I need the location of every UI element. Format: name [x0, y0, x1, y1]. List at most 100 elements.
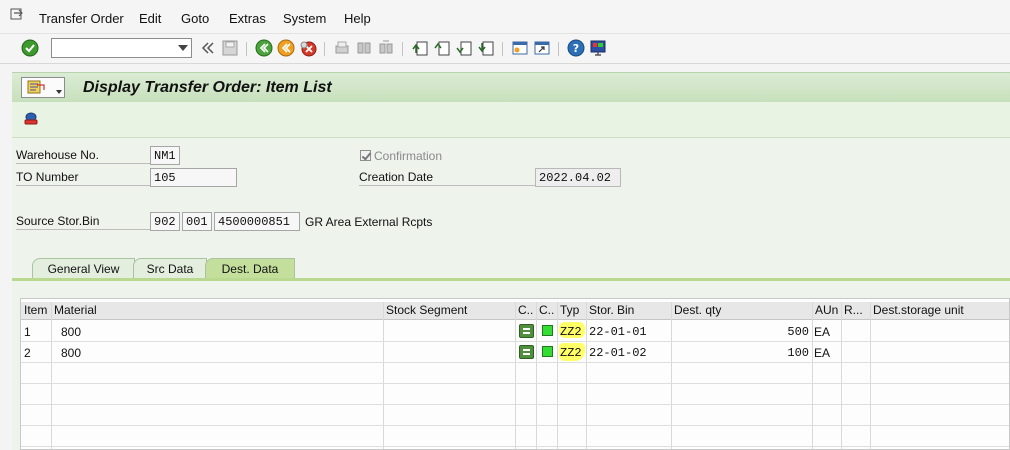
menu-goto[interactable]: Goto	[181, 11, 209, 26]
menu-help[interactable]: Help	[344, 11, 371, 26]
row-divider	[21, 425, 1009, 426]
column-header-c2[interactable]: C..	[539, 303, 554, 317]
status-green-icon	[542, 325, 553, 336]
column-divider	[536, 302, 537, 449]
toolbar-separator	[402, 42, 403, 56]
tab-strip-underline	[12, 278, 1010, 281]
toolbar-separator	[502, 42, 503, 56]
command-input[interactable]	[52, 39, 172, 57]
other-to-button[interactable]	[21, 77, 65, 98]
caret-down-icon	[56, 90, 62, 94]
column-divider	[557, 302, 558, 449]
menu-system[interactable]: System	[283, 11, 326, 26]
row-divider	[21, 341, 1009, 342]
column-divider	[383, 302, 384, 449]
table-row-2-typ[interactable]: ZZ2	[560, 346, 582, 360]
content-area: Warehouse No. NM1 TO Number 105 Confirma…	[12, 138, 1010, 450]
column-header-c1[interactable]: C..	[518, 303, 533, 317]
toolbar-separator	[324, 42, 325, 56]
column-header-dest-qty[interactable]: Dest. qty	[674, 303, 721, 317]
tab-src-data[interactable]: Src Data	[133, 258, 207, 279]
source-storage-type-field[interactable]: 902	[150, 212, 180, 231]
column-header-stock-segment[interactable]: Stock Segment	[386, 303, 467, 317]
next-page-icon[interactable]	[455, 39, 473, 57]
cancel-icon[interactable]	[299, 39, 317, 57]
create-session-icon[interactable]	[511, 39, 529, 57]
details-button-icon[interactable]	[519, 345, 534, 359]
warehouse-label: Warehouse No.	[16, 148, 150, 164]
row-divider	[21, 362, 1009, 363]
to-number-field[interactable]: 105	[150, 168, 237, 187]
table-row-1-material[interactable]: 800	[61, 325, 81, 339]
source-storage-bin-field[interactable]: 4500000851	[214, 212, 300, 231]
table-row-2-aun[interactable]: EA	[814, 346, 830, 360]
chevron-down-icon[interactable]	[178, 45, 188, 51]
status-green-icon	[542, 346, 553, 357]
find-next-icon[interactable]	[377, 39, 395, 57]
column-header-typ[interactable]: Typ	[560, 303, 579, 317]
page-title: Display Transfer Order: Item List	[83, 79, 332, 96]
toolbar-separator	[558, 42, 559, 56]
table-row-2-material[interactable]: 800	[61, 346, 81, 360]
column-divider	[515, 302, 516, 449]
document-icon	[27, 80, 45, 94]
to-number-label: TO Number	[16, 170, 150, 186]
column-header-dest-storage-unit[interactable]: Dest.storage unit	[873, 303, 964, 317]
row-divider	[21, 404, 1009, 405]
creation-date-label: Creation Date	[359, 170, 535, 186]
command-field[interactable]	[51, 38, 192, 58]
table-row-1-stor-bin[interactable]: 22-01-01	[589, 325, 647, 339]
confirmation-label: Confirmation	[374, 149, 443, 163]
column-divider	[841, 302, 842, 449]
column-header-item[interactable]: Item	[24, 303, 47, 317]
column-divider	[812, 302, 813, 449]
last-page-icon[interactable]	[477, 39, 495, 57]
change-display-icon[interactable]	[23, 111, 39, 127]
menu-transfer-order[interactable]: Transfer Order	[39, 11, 124, 26]
first-page-icon[interactable]	[411, 39, 429, 57]
menu-bar: Transfer Order Edit Goto Extras System H…	[0, 0, 1010, 34]
tab-dest-data[interactable]: Dest. Data	[205, 258, 295, 280]
source-bin-label: Source Stor.Bin	[16, 214, 150, 230]
confirmation-checkbox[interactable]	[360, 150, 371, 161]
find-icon[interactable]	[355, 39, 373, 57]
system-menu-icon[interactable]	[10, 8, 24, 21]
details-button-icon[interactable]	[519, 324, 534, 338]
shortcut-icon[interactable]	[533, 39, 551, 57]
exit-icon[interactable]	[277, 39, 295, 57]
toolbar-separator	[246, 42, 247, 56]
previous-page-icon[interactable]	[433, 39, 451, 57]
table-row-1-item[interactable]: 1	[24, 325, 31, 339]
row-divider	[21, 446, 1009, 447]
table-row-2-stor-bin[interactable]: 22-01-02	[589, 346, 647, 360]
table-row-1-typ[interactable]: ZZ2	[560, 325, 582, 339]
table-row-2-item[interactable]: 2	[24, 346, 31, 360]
standard-toolbar: ?	[0, 34, 1010, 64]
source-storage-section-field[interactable]: 001	[182, 212, 212, 231]
title-bar: Display Transfer Order: Item List	[12, 72, 1010, 102]
column-header-material[interactable]: Material	[54, 303, 97, 317]
column-header-aun[interactable]: AUn	[815, 303, 838, 317]
print-icon[interactable]	[333, 39, 351, 57]
collapse-arrows-icon[interactable]	[199, 39, 217, 57]
menu-edit[interactable]: Edit	[139, 11, 161, 26]
enter-check-icon[interactable]	[21, 39, 39, 57]
tab-general-view[interactable]: General View	[32, 258, 135, 279]
column-header-r[interactable]: R...	[844, 303, 863, 317]
help-icon[interactable]: ?	[567, 39, 585, 57]
source-bin-description: GR Area External Rcpts	[305, 215, 433, 229]
column-divider	[671, 302, 672, 449]
customize-layout-icon[interactable]	[589, 39, 607, 57]
column-divider	[51, 302, 52, 449]
save-icon[interactable]	[221, 39, 239, 57]
table-row-2-dest-qty[interactable]: 100	[674, 346, 809, 360]
warehouse-field[interactable]: NM1	[150, 146, 180, 165]
creation-date-field[interactable]: 2022.04.02	[535, 168, 621, 187]
table-row-1-aun[interactable]: EA	[814, 325, 830, 339]
table-row-1-dest-qty[interactable]: 500	[674, 325, 809, 339]
column-header-stor-bin[interactable]: Stor. Bin	[589, 303, 634, 317]
column-divider	[870, 302, 871, 449]
menu-extras[interactable]: Extras	[229, 11, 266, 26]
application-toolbar	[12, 102, 1010, 138]
back-icon[interactable]	[255, 39, 273, 57]
